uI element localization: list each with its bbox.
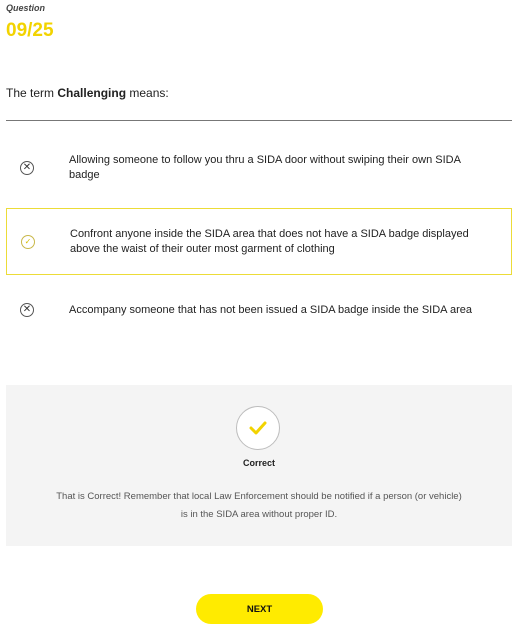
- feedback-title: Correct: [242, 458, 275, 468]
- next-button[interactable]: NEXT: [196, 594, 323, 624]
- feedback-message: That is Correct! Remember that local Law…: [56, 491, 462, 520]
- answer-option-text: Confront anyone inside the SIDA area tha…: [70, 227, 469, 255]
- x-circle-icon: ✕: [20, 161, 34, 175]
- question-prompt: The term Challenging means:: [6, 86, 169, 100]
- checkmark-icon: [236, 406, 280, 450]
- answer-option-3[interactable]: ✕ Accompany someone that has not been is…: [6, 286, 512, 334]
- question-number: 09/25: [6, 20, 54, 41]
- answer-option-text: Accompany someone that has not been issu…: [69, 303, 472, 316]
- prompt-after: means:: [126, 86, 169, 100]
- check-circle-icon: ✓: [21, 234, 35, 249]
- prompt-before: The term: [6, 86, 58, 100]
- question-label: Question: [6, 3, 46, 13]
- feedback-panel: Correct That is Correct! Remember that l…: [6, 385, 512, 546]
- answer-option-2[interactable]: ✓ Confront anyone inside the SIDA area t…: [6, 208, 512, 275]
- answer-option-1[interactable]: ✕ Allowing someone to follow you thru a …: [6, 140, 512, 196]
- x-circle-icon: ✕: [20, 303, 34, 317]
- answer-option-text: Allowing someone to follow you thru a SI…: [69, 154, 461, 181]
- divider: [6, 120, 512, 121]
- prompt-term: Challenging: [57, 86, 127, 100]
